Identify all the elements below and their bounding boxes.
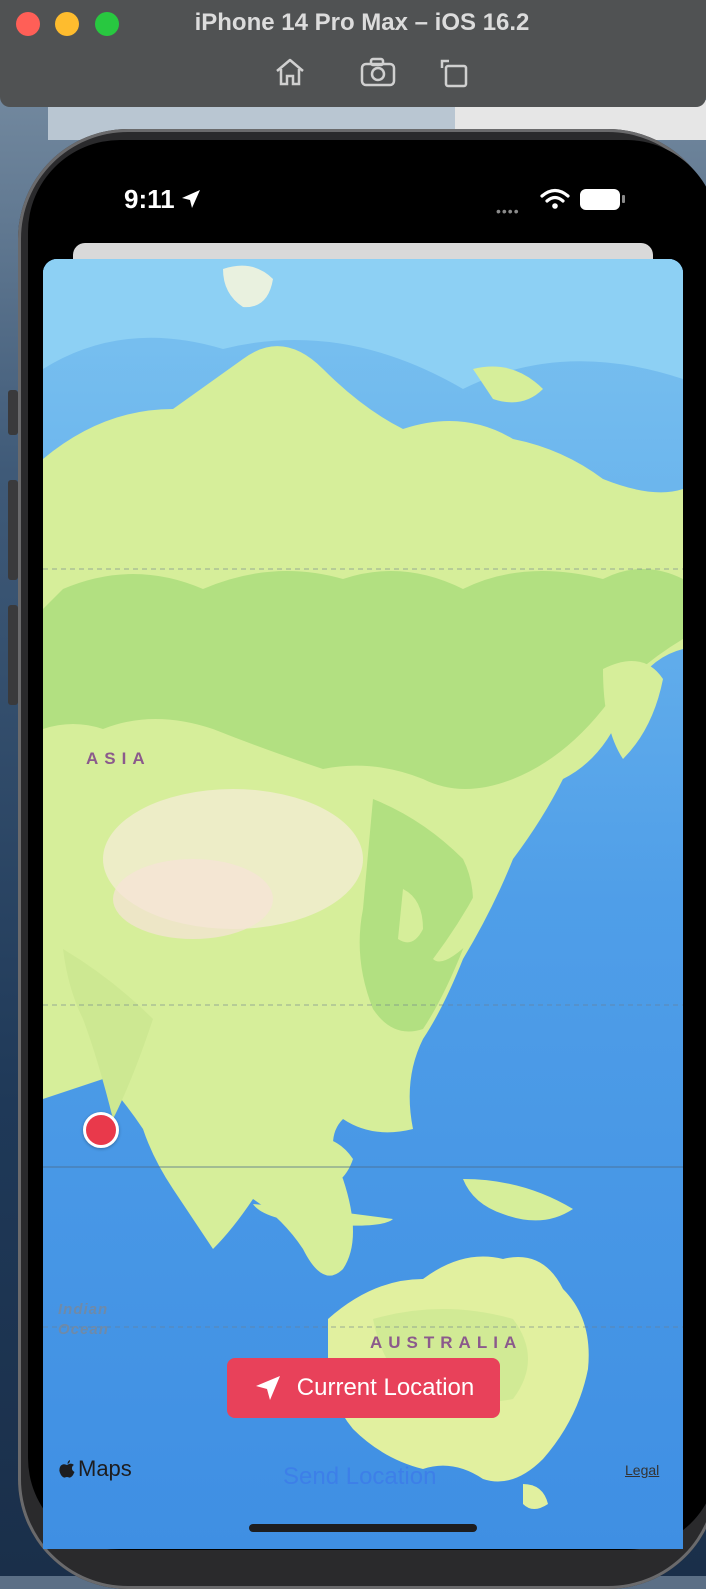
cellular-dots: •••• xyxy=(496,203,520,219)
volume-up-button[interactable] xyxy=(8,480,18,580)
side-button[interactable] xyxy=(8,390,18,435)
location-arrow-icon xyxy=(182,190,200,208)
wifi-icon xyxy=(540,188,570,209)
status-time: 9:11 xyxy=(124,184,175,214)
home-icon[interactable] xyxy=(272,56,308,88)
map-label-ocean: Indian Ocean xyxy=(58,1301,109,1338)
apple-icon xyxy=(59,1460,75,1478)
current-location-label: Current Location xyxy=(296,1374,475,1401)
rotate-icon[interactable] xyxy=(438,56,474,88)
screenshot-icon[interactable] xyxy=(360,56,396,88)
battery-icon xyxy=(580,189,620,210)
apple-maps-logo: Maps xyxy=(58,1456,132,1482)
volume-down-button[interactable] xyxy=(8,605,18,705)
map-label-australia: AUSTRALIA xyxy=(370,1333,523,1352)
current-location-button[interactable]: Current Location xyxy=(227,1358,500,1418)
map-sheet xyxy=(43,259,683,1549)
maps-logo-text: Maps xyxy=(78,1456,132,1481)
location-arrow-icon xyxy=(255,1376,280,1400)
map-label-asia: ASIA xyxy=(86,749,151,768)
send-location-button[interactable]: Send Location xyxy=(283,1463,436,1491)
home-indicator[interactable] xyxy=(249,1524,477,1532)
battery-tip xyxy=(622,195,625,203)
simulator-titlebar: iPhone 14 Pro Max – iOS 16.2 xyxy=(0,0,706,107)
window-title: iPhone 14 Pro Max – iOS 16.2 xyxy=(194,9,530,36)
location-pin[interactable] xyxy=(83,1112,119,1148)
world-map[interactable] xyxy=(43,259,683,1549)
legal-link[interactable]: Legal xyxy=(625,1462,659,1478)
